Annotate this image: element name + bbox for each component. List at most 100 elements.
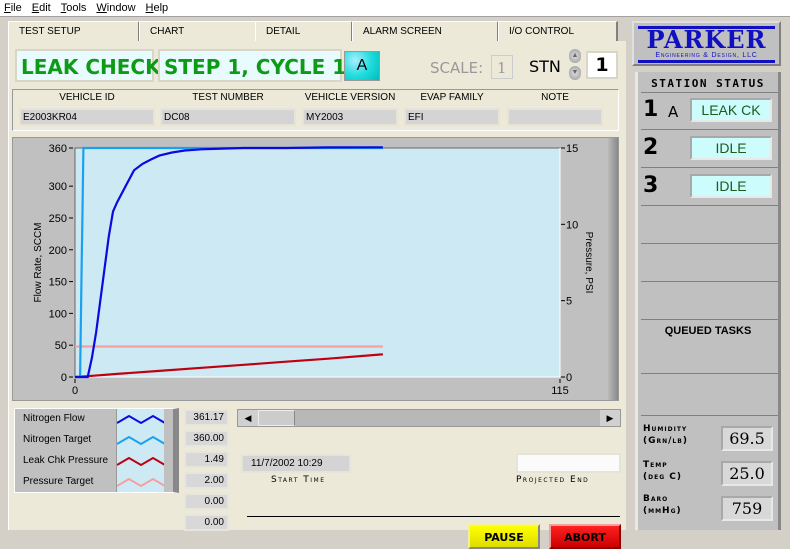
projected-end-label: Projected End: [516, 475, 590, 485]
y-tick-label: 50: [55, 340, 67, 352]
tab-bar: TEST SETUP CHART DETAIL ALARM SCREEN I/O…: [8, 21, 618, 43]
temp-value: 25.0: [721, 461, 773, 486]
y2-tick-label: 0: [566, 372, 572, 384]
projected-end-value: [516, 453, 621, 473]
chart-legend: Nitrogen Flow Nitrogen Target Leak Chk P…: [14, 408, 179, 493]
note-label: NOTE: [541, 92, 569, 103]
readout-extra-2: 0.00: [184, 514, 229, 531]
logo-subtitle: Engineering & Design, LLC: [655, 52, 758, 59]
menu-file[interactable]: File: [4, 2, 22, 14]
humidity-label: Humidity (Grn/lb): [643, 423, 688, 447]
legend-swatch-leak-chk-pressure: [117, 456, 164, 467]
menu-window[interactable]: Window: [96, 2, 135, 14]
station-1-status: LEAK CK: [690, 98, 772, 122]
x-tick-label: 0: [72, 385, 78, 397]
legend-swatch-pressure-target: [117, 477, 164, 488]
menu-tools[interactable]: Tools: [61, 2, 87, 14]
vehicle-info-box: VEHICLE ID E2003KR04 TEST NUMBER DC08 VE…: [12, 89, 619, 131]
readout-extra-1: 0.00: [184, 493, 229, 510]
legend-swatch-nitrogen-flow: [117, 414, 164, 425]
test-number-label: TEST NUMBER: [192, 92, 264, 103]
test-number-value[interactable]: DC08: [160, 108, 296, 126]
tab-chart[interactable]: CHART: [139, 21, 256, 43]
y2-axis-label: Pressure, PSI: [583, 232, 594, 294]
y-tick-label: 0: [61, 372, 67, 384]
spin-down-icon[interactable]: ▼: [569, 66, 581, 80]
humidity-label-2: (Grn/lb): [643, 436, 688, 446]
separator: [641, 281, 778, 282]
main-area: TEST SETUP CHART DETAIL ALARM SCREEN I/O…: [0, 17, 628, 549]
abort-button[interactable]: ABORT: [549, 524, 621, 549]
evap-family-label: EVAP FAMILY: [420, 92, 484, 103]
readout-nitrogen-flow: 361.17: [184, 409, 229, 426]
tab-test-setup[interactable]: TEST SETUP: [8, 21, 140, 43]
humidity-value: 69.5: [721, 426, 773, 451]
tab-detail[interactable]: DETAIL: [255, 21, 353, 43]
station-2-number: 2: [643, 135, 659, 160]
menu-edit[interactable]: Edit: [32, 2, 51, 14]
separator: [641, 129, 778, 130]
readout-leak-chk-pressure: 1.49: [184, 451, 229, 468]
baro-label: Baro (mmHg): [643, 493, 682, 517]
stn-spinner: ▲ ▼: [569, 49, 582, 83]
separator: [641, 205, 778, 206]
station-3-number: 3: [643, 173, 659, 198]
y-tick-label: 150: [49, 277, 67, 289]
y-tick-label: 100: [49, 308, 67, 320]
station-3-status: IDLE: [690, 174, 772, 198]
pause-button[interactable]: PAUSE: [468, 524, 540, 549]
tab-alarm-screen[interactable]: ALARM SCREEN: [352, 21, 499, 43]
chart-scrollbar[interactable]: ◀ ▶: [237, 409, 621, 427]
vehicle-id-value[interactable]: E2003KR04: [19, 108, 155, 126]
chart-box: 0 50 100 150 200 250 300 360 0 5 10 15 0 115 Flow Rate…: [12, 137, 619, 401]
separator: [641, 415, 778, 416]
vehicle-version-label: VEHICLE VERSION: [304, 92, 396, 103]
note-value[interactable]: [507, 108, 603, 126]
queued-tasks-label: QUEUED TASKS: [664, 325, 752, 337]
spin-up-icon[interactable]: ▲: [569, 49, 581, 63]
menu-help[interactable]: Help: [146, 2, 169, 14]
scale-label: SCALE:: [430, 59, 484, 77]
readout-pressure-target: 2.00: [184, 472, 229, 489]
legend-swatches: [116, 409, 164, 492]
scroll-thumb[interactable]: [258, 410, 295, 426]
separator: [641, 92, 778, 93]
y-axis-label: Flow Rate, SCCM: [33, 222, 44, 302]
baro-label-1: Baro: [643, 494, 669, 504]
legend-label-pressure-target: Pressure Target: [23, 476, 94, 487]
y2-tick-label: 15: [566, 143, 578, 155]
scroll-right-icon[interactable]: ▶: [600, 410, 620, 426]
station-status-panel: STATION STATUS 1 A LEAK CK 2 IDLE 3 IDLE…: [635, 72, 781, 530]
vehicle-id-label: VEHICLE ID: [59, 92, 115, 103]
station-2-status: IDLE: [690, 136, 772, 160]
vehicle-version-value[interactable]: MY2003: [302, 108, 398, 126]
logo-bar-bottom: [638, 60, 775, 63]
tab-io-control[interactable]: I/O CONTROL: [498, 21, 618, 43]
menu-bar: File Edit Tools Window Help: [0, 0, 790, 17]
y-tick-label: 360: [49, 143, 67, 155]
plot-area: [74, 147, 561, 378]
divider: [247, 516, 620, 517]
legend-label-nitrogen-flow: Nitrogen Flow: [23, 413, 85, 424]
humidity-label-1: Humidity: [643, 424, 688, 434]
station-1-number: 1: [643, 97, 659, 122]
parker-logo: PARKER Engineering & Design, LLC: [632, 21, 781, 66]
scroll-left-icon[interactable]: ◀: [238, 410, 258, 426]
separator: [641, 167, 778, 168]
legend-swatch-nitrogen-target: [117, 435, 164, 446]
start-time-label: Start Time: [271, 475, 326, 485]
separator: [641, 243, 778, 244]
sidebar: PARKER Engineering & Design, LLC STATION…: [628, 17, 790, 530]
start-time-value: 11/7/2002 10:29: [241, 454, 351, 473]
flow-pressure-chart: 0501001502002503003600510150 115Flow Rate…: [33, 143, 594, 397]
readout-nitrogen-target: 360.00: [184, 430, 229, 447]
stn-input[interactable]: 1: [586, 51, 618, 79]
station-1-letter: A: [668, 103, 679, 121]
y2-tick-label: 5: [566, 296, 572, 308]
y-tick-label: 250: [49, 213, 67, 225]
station-letter-button[interactable]: A: [344, 51, 380, 81]
y-tick-label: 200: [49, 245, 67, 257]
step-indicator: STEP 1, CYCLE 1: [158, 49, 346, 82]
evap-family-value[interactable]: EFI: [404, 108, 500, 126]
scale-input[interactable]: 1: [491, 55, 513, 79]
